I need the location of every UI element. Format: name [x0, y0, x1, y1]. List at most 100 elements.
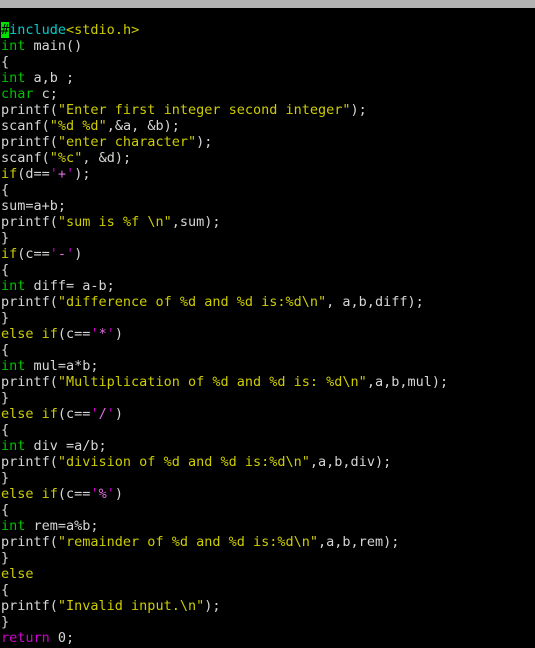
- code-line[interactable]: {: [0, 54, 535, 70]
- code-line[interactable]: printf("sum is %f \n",sum);: [0, 214, 535, 230]
- code-token: int: [1, 70, 26, 86]
- code-line[interactable]: }: [0, 614, 535, 630]
- code-token: a,b ;: [25, 70, 75, 86]
- code-line[interactable]: }: [0, 390, 535, 406]
- code-token: -: [57, 246, 67, 262]
- code-token: (c==: [57, 486, 91, 502]
- code-line[interactable]: }: [0, 470, 535, 486]
- code-token: ": [49, 150, 58, 166]
- code-token: ): [114, 486, 123, 502]
- code-token: c;: [33, 86, 58, 102]
- code-token: %d: [220, 454, 237, 470]
- code-token: "difference of: [57, 294, 180, 310]
- code-token: +: [57, 166, 67, 182]
- code-token: %f: [122, 214, 140, 230]
- code-token: and: [228, 374, 270, 390]
- code-token: else: [1, 566, 34, 582]
- code-line[interactable]: else if(c=='*'): [0, 326, 535, 342]
- code-line[interactable]: }: [0, 550, 535, 566]
- code-line[interactable]: printf("difference of %d and %d is:%d\n"…: [0, 294, 535, 310]
- code-token: ,a,b,div);: [309, 454, 392, 470]
- code-token: (c==: [57, 406, 91, 422]
- code-line[interactable]: printf("Invalid input.\n");: [0, 598, 535, 614]
- code-token: *: [98, 326, 107, 342]
- code-line[interactable]: printf("enter character");: [0, 134, 535, 150]
- code-line[interactable]: else if(c=='%'): [0, 486, 535, 502]
- code-token: else: [1, 486, 34, 502]
- code-line[interactable]: {: [0, 502, 535, 518]
- code-token: ': [49, 166, 58, 182]
- code-token: "Multiplication of: [57, 374, 213, 390]
- code-line[interactable]: int diff= a-b;: [0, 278, 535, 294]
- code-token: }: [1, 614, 10, 630]
- code-token: (c==: [57, 326, 91, 342]
- code-token: \n": [139, 214, 172, 230]
- code-token: diff= a-b;: [25, 278, 115, 294]
- code-token: int: [1, 358, 26, 374]
- code-editor-pane[interactable]: #include<stdio.h> int main(){int a,b ; cha…: [0, 8, 535, 648]
- code-token: }: [1, 390, 10, 406]
- code-token: div =a/b;: [25, 438, 107, 454]
- terminal-window: #include<stdio.h> int main(){int a,b ; cha…: [0, 0, 535, 648]
- code-token: ': [66, 166, 75, 182]
- code-token: if: [41, 486, 58, 502]
- code-token: mul=a*b;: [25, 358, 99, 374]
- code-token: {: [1, 342, 10, 358]
- code-line[interactable]: return 0;: [0, 630, 535, 646]
- code-line[interactable]: {: [0, 582, 535, 598]
- code-token: "Enter first integer second integer": [57, 102, 351, 118]
- code-token: {: [1, 582, 10, 598]
- code-token: %d: [163, 454, 180, 470]
- code-line[interactable]: scanf("%c", &d);: [0, 150, 535, 166]
- code-token: ): [114, 326, 123, 342]
- code-token: printf(: [1, 454, 58, 470]
- code-token: printf(: [1, 294, 58, 310]
- code-token: );: [204, 598, 221, 614]
- code-line[interactable]: int main(): [0, 38, 535, 54]
- code-line[interactable]: }: [0, 230, 535, 246]
- code-token: scanf(: [1, 150, 50, 166]
- code-line[interactable]: {: [0, 342, 535, 358]
- code-line[interactable]: char c;: [0, 86, 535, 102]
- code-line[interactable]: int div =a/b;: [0, 438, 535, 454]
- code-token: printf(: [1, 598, 58, 614]
- code-token: else: [1, 326, 34, 342]
- code-token: "remainder of: [57, 534, 172, 550]
- code-token: else: [1, 406, 34, 422]
- code-token: "division of: [57, 454, 164, 470]
- code-line[interactable]: {: [0, 422, 535, 438]
- code-token: sum=a+b;: [1, 198, 67, 214]
- window-titlebar[interactable]: [0, 0, 535, 8]
- code-line[interactable]: int rem=a%b;: [0, 518, 535, 534]
- code-token: return: [1, 630, 50, 646]
- code-line[interactable]: scanf("%d %d",&a, &b);: [0, 118, 535, 134]
- code-token: %d: [228, 534, 245, 550]
- code-line[interactable]: {: [0, 182, 535, 198]
- code-line[interactable]: printf("Enter first integer second integ…: [0, 102, 535, 118]
- code-token: printf(: [1, 134, 58, 150]
- code-line[interactable]: printf("Multiplication of %d and %d is: …: [0, 374, 535, 390]
- code-line[interactable]: if(d=='+');: [0, 166, 535, 182]
- code-token: ): [114, 406, 123, 422]
- code-token: \n": [293, 534, 319, 550]
- code-line[interactable]: printf("remainder of %d and %d is:%d\n",…: [0, 534, 535, 550]
- code-token: and: [187, 534, 229, 550]
- code-line[interactable]: printf("division of %d and %d is:%d\n",a…: [0, 454, 535, 470]
- code-line[interactable]: else: [0, 566, 535, 582]
- code-line[interactable]: #include<stdio.h>: [0, 22, 535, 38]
- code-line[interactable]: sum=a+b;: [0, 198, 535, 214]
- code-line[interactable]: if(c=='-'): [0, 246, 535, 262]
- code-line[interactable]: {: [0, 262, 535, 278]
- code-token: printf(: [1, 102, 58, 118]
- code-token: {: [1, 54, 10, 70]
- code-token: printf(: [1, 214, 58, 230]
- code-token: ": [98, 118, 107, 134]
- code-token: char: [1, 86, 34, 102]
- code-token: if: [1, 246, 18, 262]
- code-line[interactable]: }: [0, 310, 535, 326]
- code-line[interactable]: int a,b ;: [0, 70, 535, 86]
- code-line[interactable]: else if(c=='/'): [0, 406, 535, 422]
- code-line[interactable]: int mul=a*b;: [0, 358, 535, 374]
